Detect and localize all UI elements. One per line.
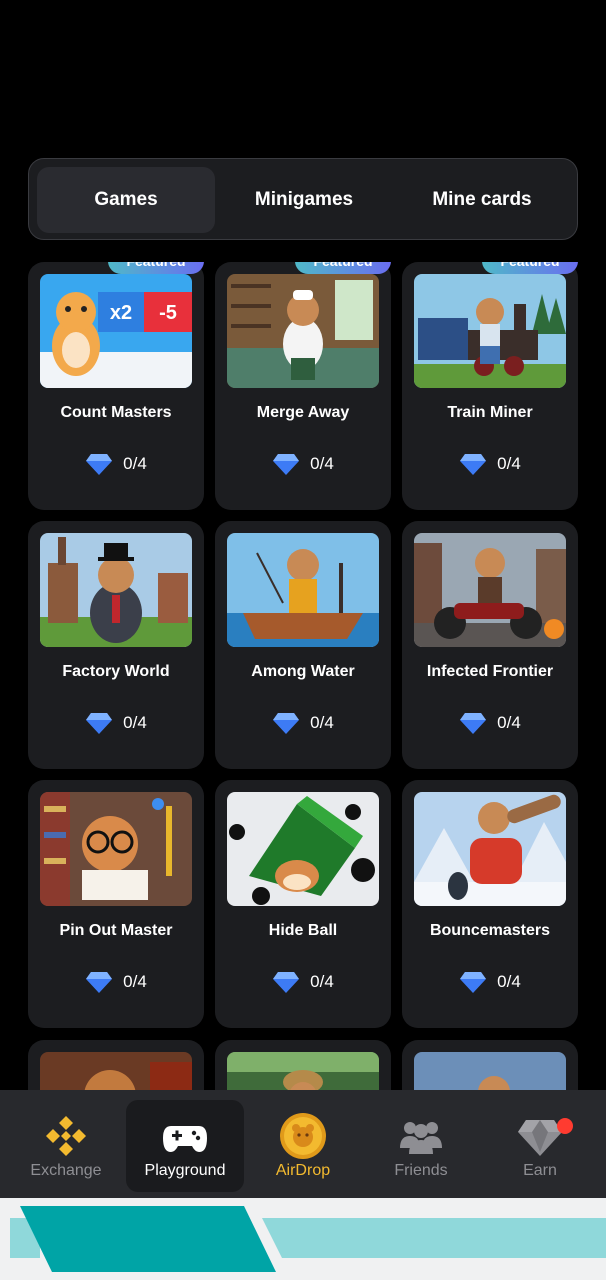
nav-label: Friends bbox=[394, 1162, 448, 1179]
nav-label: Exchange bbox=[30, 1162, 102, 1179]
diamond-icon bbox=[86, 454, 113, 475]
gamepad-icon bbox=[163, 1126, 207, 1152]
game-title: Infected Frontier bbox=[426, 663, 554, 680]
game-title: Train Miner bbox=[447, 404, 533, 421]
game-thumbnail bbox=[227, 274, 379, 388]
game-progress: 0/4 bbox=[402, 452, 578, 476]
game-card-train-miner[interactable]: Featured Train Miner 0/4 bbox=[402, 262, 578, 510]
game-progress: 0/4 bbox=[215, 970, 391, 994]
featured-badge: Featured bbox=[108, 262, 204, 274]
game-progress: 0/4 bbox=[28, 711, 204, 735]
game-card-count-masters[interactable]: Featured x2 -5 Count Masters 0/4 bbox=[28, 262, 204, 510]
bottom-nav: Exchange Playground AirDrop Friends Earn bbox=[0, 1090, 606, 1198]
nav-label: AirDrop bbox=[275, 1162, 331, 1179]
nav-playground[interactable]: Playground bbox=[126, 1100, 244, 1192]
banner-graphic bbox=[10, 1206, 606, 1272]
game-thumbnail bbox=[414, 1052, 566, 1090]
game-progress: 0/4 bbox=[28, 970, 204, 994]
game-thumbnail bbox=[227, 792, 379, 906]
game-thumbnail bbox=[414, 533, 566, 647]
diamond-icon bbox=[460, 972, 487, 993]
game-card-infected-frontier[interactable]: Infected Frontier 0/4 bbox=[402, 521, 578, 769]
game-title: Among Water bbox=[251, 663, 355, 680]
game-thumbnail bbox=[40, 1052, 192, 1090]
game-title: Pin Out Master bbox=[59, 922, 173, 939]
tab-games[interactable]: Games bbox=[37, 167, 215, 233]
game-card-among-water[interactable]: Among Water 0/4 bbox=[215, 521, 391, 769]
nav-earn[interactable]: Earn bbox=[481, 1100, 599, 1192]
diamond-icon bbox=[86, 713, 113, 734]
progress-value: 0/4 bbox=[497, 454, 521, 473]
friends-icon bbox=[400, 1122, 442, 1154]
multiplier-text: x2 bbox=[110, 302, 132, 324]
game-thumbnail bbox=[414, 792, 566, 906]
game-thumbnail bbox=[40, 533, 192, 647]
nav-exchange[interactable]: Exchange bbox=[7, 1100, 125, 1192]
game-progress: 0/4 bbox=[402, 711, 578, 735]
coin-icon bbox=[280, 1113, 326, 1159]
progress-value: 0/4 bbox=[497, 972, 521, 991]
game-title: Merge Away bbox=[256, 404, 350, 421]
game-thumbnail bbox=[414, 274, 566, 388]
game-card-hide-ball[interactable]: Hide Ball 0/4 bbox=[215, 780, 391, 1028]
games-grid: Featured x2 -5 Count Masters 0/4 Feature… bbox=[28, 262, 580, 1090]
nav-label: Earn bbox=[523, 1162, 557, 1179]
diamond-icon bbox=[273, 454, 300, 475]
game-thumbnail bbox=[227, 1052, 379, 1090]
game-card[interactable] bbox=[28, 1040, 204, 1090]
diamond-icon bbox=[86, 972, 113, 993]
game-card-bouncemasters[interactable]: Bouncemasters 0/4 bbox=[402, 780, 578, 1028]
game-card[interactable] bbox=[215, 1040, 391, 1090]
game-progress: 0/4 bbox=[215, 452, 391, 476]
diamond-icon bbox=[460, 454, 487, 475]
game-title: Hide Ball bbox=[268, 922, 338, 939]
featured-badge: Featured bbox=[482, 262, 578, 274]
diamond-icon bbox=[518, 1120, 562, 1156]
nav-label: Playground bbox=[144, 1162, 226, 1179]
featured-badge: Featured bbox=[295, 262, 391, 274]
game-title: Bouncemasters bbox=[429, 922, 551, 939]
diamond-icon bbox=[273, 713, 300, 734]
game-progress: 0/4 bbox=[28, 452, 204, 476]
progress-value: 0/4 bbox=[310, 972, 334, 991]
bottom-banner bbox=[0, 1198, 606, 1280]
category-tabs: Games Minigames Mine cards bbox=[28, 158, 578, 240]
game-thumbnail: x2 -5 bbox=[40, 274, 192, 388]
progress-value: 0/4 bbox=[123, 713, 147, 732]
game-progress: 0/4 bbox=[215, 711, 391, 735]
game-progress: 0/4 bbox=[402, 970, 578, 994]
tab-minigames[interactable]: Minigames bbox=[215, 167, 393, 233]
nav-friends[interactable]: Friends bbox=[362, 1100, 480, 1192]
game-card[interactable] bbox=[402, 1040, 578, 1090]
game-card-factory-world[interactable]: Factory World 0/4 bbox=[28, 521, 204, 769]
notification-dot bbox=[557, 1118, 573, 1134]
diamond-icon bbox=[273, 972, 300, 993]
game-card-merge-away[interactable]: Featured Merge Away 0/4 bbox=[215, 262, 391, 510]
binance-icon bbox=[46, 1116, 86, 1156]
penalty-text: -5 bbox=[159, 302, 177, 324]
tab-mine-cards[interactable]: Mine cards bbox=[393, 167, 571, 233]
progress-value: 0/4 bbox=[123, 454, 147, 473]
diamond-icon bbox=[460, 713, 487, 734]
game-title: Factory World bbox=[62, 663, 170, 680]
progress-value: 0/4 bbox=[123, 972, 147, 991]
progress-value: 0/4 bbox=[310, 713, 334, 732]
progress-value: 0/4 bbox=[497, 713, 521, 732]
game-card-pin-out-master[interactable]: Pin Out Master 0/4 bbox=[28, 780, 204, 1028]
progress-value: 0/4 bbox=[310, 454, 334, 473]
nav-airdrop[interactable]: AirDrop bbox=[244, 1100, 362, 1192]
game-thumbnail bbox=[227, 533, 379, 647]
game-title: Count Masters bbox=[60, 404, 172, 421]
game-thumbnail bbox=[40, 792, 192, 906]
